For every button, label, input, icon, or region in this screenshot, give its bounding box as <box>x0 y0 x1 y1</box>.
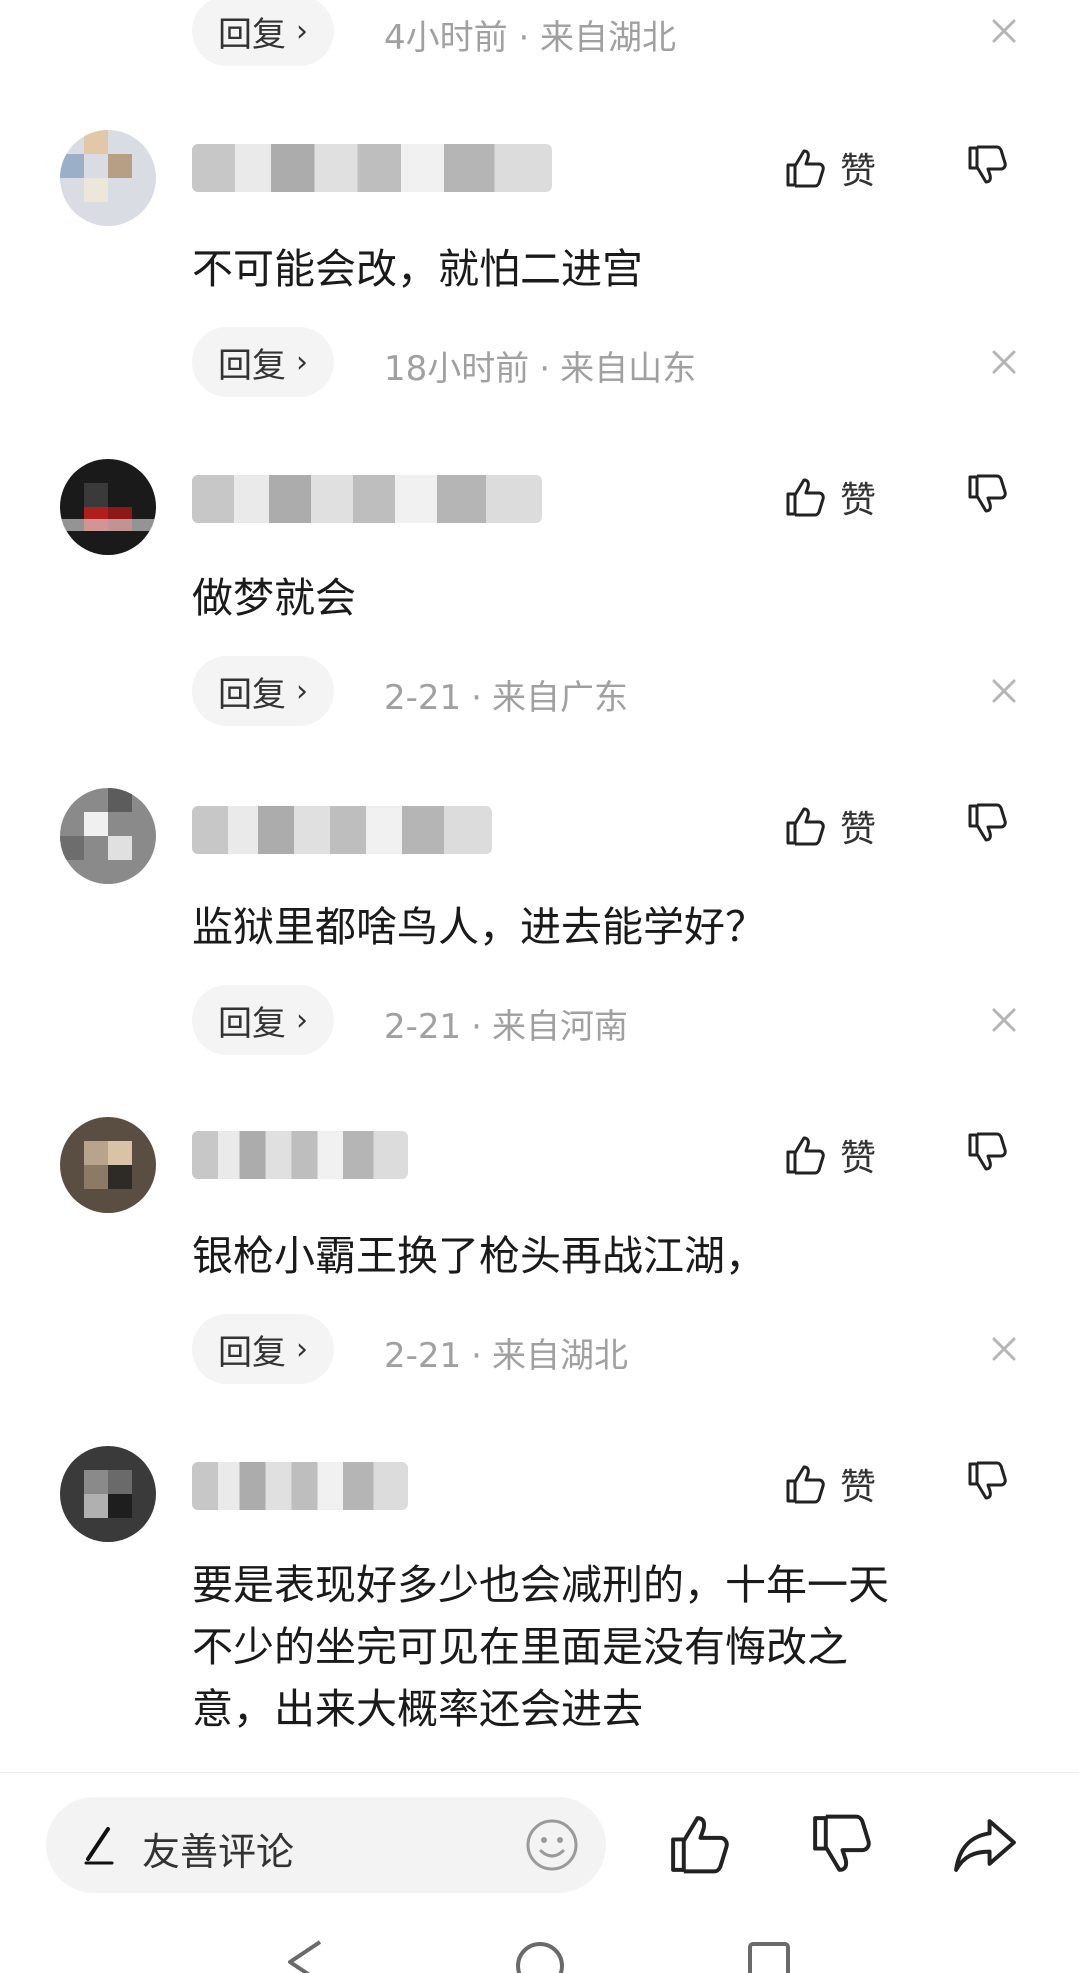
chevron-right-icon: › <box>296 13 308 49</box>
comment-input-placeholder: 友善评论 <box>142 1830 295 1874</box>
meta-row: 回复 › 2-21 · 来自河南 <box>192 985 1022 1055</box>
comment-time: 2-21 <box>384 1336 462 1376</box>
close-icon[interactable] <box>982 9 1026 53</box>
comment-meta: 18小时前 · 来自山东 <box>384 349 697 389</box>
like-button[interactable]: 赞 <box>782 1454 876 1514</box>
dislike-button[interactable] <box>964 142 1014 192</box>
home-nav-icon[interactable] <box>512 1938 568 1973</box>
comment-meta: 4小时前 · 来自湖北 <box>384 18 677 58</box>
reply-button[interactable]: 回复 › <box>192 0 334 66</box>
thumb-down-icon <box>968 803 1007 842</box>
avatar[interactable] <box>60 1446 156 1542</box>
thumb-down-icon <box>968 1132 1007 1171</box>
comment-location: 来自湖北 <box>491 1336 628 1376</box>
comment-text-line: 意，出来大概率还会进去 <box>192 1685 643 1733</box>
reply-label: 回复 <box>218 1003 286 1044</box>
username-blurred[interactable] <box>192 144 552 192</box>
comment-location: 来自广东 <box>491 678 628 718</box>
like-label: 赞 <box>840 809 877 850</box>
comment-text: 做梦就会 <box>192 574 356 622</box>
thumb-up-icon <box>786 1465 825 1504</box>
avatar[interactable] <box>60 130 156 226</box>
reply-button[interactable]: 回复 › <box>192 656 334 726</box>
reply-button[interactable]: 回复 › <box>192 985 334 1055</box>
chevron-right-icon: › <box>296 1002 308 1038</box>
back-nav-icon[interactable] <box>280 1938 330 1973</box>
thumb-up-icon <box>786 1136 825 1175</box>
thumb-up-icon <box>786 807 825 846</box>
bottom-action-bar: 友善评论 <box>0 1772 1079 1900</box>
like-button[interactable]: 赞 <box>782 796 876 856</box>
reply-label: 回复 <box>218 345 286 386</box>
meta-row: 回复 › 4小时前 · 来自湖北 <box>192 0 1022 66</box>
meta-row: 回复 › 2-21 · 来自湖北 <box>192 1314 1022 1384</box>
comment-time: 18小时前 <box>384 349 530 389</box>
dislike-button[interactable] <box>964 800 1014 850</box>
emoji-icon[interactable] <box>524 1817 580 1873</box>
comments-page: 回复 › 4小时前 · 来自湖北 赞 不可能会改，就怕二进宫 回复 › 18小时… <box>0 0 1079 1973</box>
username-blurred[interactable] <box>192 1462 408 1510</box>
reply-button[interactable]: 回复 › <box>192 1314 334 1384</box>
comment-text: 不可能会改，就怕二进宫 <box>192 245 643 293</box>
comment-meta: 2-21 · 来自湖北 <box>384 1336 628 1376</box>
like-label: 赞 <box>840 480 877 521</box>
pen-icon <box>84 1827 114 1865</box>
chevron-right-icon: › <box>296 673 308 709</box>
avatar[interactable] <box>60 459 156 555</box>
meta-row: 回复 › 18小时前 · 来自山东 <box>192 327 1022 397</box>
close-icon[interactable] <box>982 669 1026 713</box>
thumb-up-icon[interactable] <box>664 1809 734 1879</box>
username-blurred[interactable] <box>192 806 492 854</box>
thumb-up-icon <box>786 478 825 517</box>
comment-location: 来自山东 <box>560 349 697 389</box>
like-button[interactable]: 赞 <box>782 1125 876 1185</box>
comment-time: 2-21 <box>384 1007 462 1047</box>
avatar[interactable] <box>60 788 156 884</box>
comment-text: 要是表现好多少也会减刑的，十年一天 不少的坐完可见在里面是没有悔改之 意，出来大… <box>192 1554 1022 1740</box>
comment-text-line: 不少的坐完可见在里面是没有悔改之 <box>192 1623 848 1671</box>
reply-label: 回复 <box>218 14 286 55</box>
comment-meta: 2-21 · 来自广东 <box>384 678 628 718</box>
chevron-right-icon: › <box>296 344 308 380</box>
share-icon[interactable] <box>950 1809 1020 1879</box>
close-icon[interactable] <box>982 1327 1026 1371</box>
thumb-down-icon <box>968 474 1007 513</box>
dislike-button[interactable] <box>964 1458 1014 1508</box>
comment-text: 监狱里都啥鸟人，进去能学好？ <box>192 903 766 951</box>
like-button[interactable]: 赞 <box>782 138 876 198</box>
comment-meta: 2-21 · 来自河南 <box>384 1007 628 1047</box>
thumb-up-icon <box>786 149 825 188</box>
like-label: 赞 <box>840 1138 877 1179</box>
comment-location: 来自河南 <box>491 1007 628 1047</box>
username-blurred[interactable] <box>192 475 542 523</box>
close-icon[interactable] <box>982 340 1026 384</box>
like-button[interactable]: 赞 <box>782 467 876 527</box>
dislike-button[interactable] <box>964 1129 1014 1179</box>
chevron-right-icon: › <box>296 1331 308 1367</box>
reply-label: 回复 <box>218 1332 286 1373</box>
comment-text-line: 要是表现好多少也会减刑的，十年一天 <box>192 1561 889 1609</box>
meta-row: 回复 › 2-21 · 来自广东 <box>192 656 1022 726</box>
thumb-down-icon <box>968 1461 1007 1500</box>
recents-nav-icon[interactable] <box>744 1938 794 1973</box>
comment-input[interactable]: 友善评论 <box>46 1797 606 1893</box>
thumb-down-icon <box>968 145 1007 184</box>
comment-time: 2-21 <box>384 678 462 718</box>
thumb-down-icon[interactable] <box>806 1809 876 1879</box>
comment-meta-row-partial: 回复 › 4小时前 · 来自湖北 <box>0 0 1079 70</box>
system-nav-bar <box>0 1900 1079 1973</box>
like-label: 赞 <box>840 1467 877 1508</box>
dislike-button[interactable] <box>964 471 1014 521</box>
reply-label: 回复 <box>218 674 286 715</box>
comment-text: 银枪小霸王换了枪头再战江湖， <box>192 1232 766 1280</box>
avatar[interactable] <box>60 1117 156 1213</box>
close-icon[interactable] <box>982 998 1026 1042</box>
username-blurred[interactable] <box>192 1131 408 1179</box>
like-label: 赞 <box>840 151 877 192</box>
reply-button[interactable]: 回复 › <box>192 327 334 397</box>
